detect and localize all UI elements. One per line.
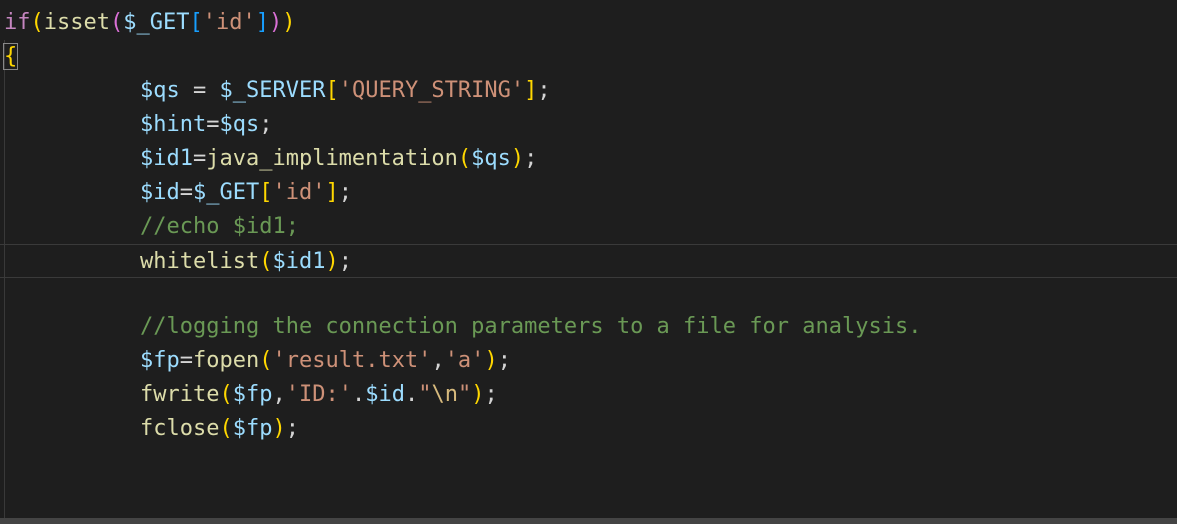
code-token-bracket-purple: ) (268, 10, 283, 35)
code-token-text: ; (259, 112, 273, 137)
code-token-bracket-gold: ( (259, 348, 273, 373)
code-token-string: 'ID:' (285, 382, 352, 407)
code-token-bracket-gold: [ (325, 78, 339, 103)
code-token-text: ; (524, 146, 538, 171)
code-token-bracket-gold: ( (259, 249, 273, 274)
code-token-variable: $qs (219, 112, 260, 137)
code-token-text: . (351, 382, 366, 407)
code-token-bracket-gold: ( (30, 10, 44, 35)
code-token-variable: $fp (232, 416, 273, 441)
code-editor[interactable]: if(isset($_GET['id'])){$qs = $_SERVER['Q… (0, 0, 1177, 524)
code-token-text: = (179, 180, 193, 205)
code-token-bracket-gold: [ (259, 180, 273, 205)
code-token-bracket-gold: ) (325, 249, 339, 274)
code-line[interactable]: $fp=fopen('result.txt','a'); (0, 344, 1177, 378)
code-token-text: . (404, 382, 419, 407)
code-token-function: java_implimentation (206, 146, 458, 171)
code-token-string: 'QUERY_STRING' (338, 78, 525, 103)
code-token-variable: $hint (140, 112, 207, 137)
code-token-variable: $fp (232, 382, 273, 407)
code-token-function: isset (43, 10, 110, 35)
code-token-text: = (192, 146, 207, 171)
code-token-variable: $_GET (193, 180, 260, 205)
code-line[interactable]: //logging the connection parameters to a… (0, 310, 1177, 344)
code-line[interactable]: fclose($fp); (0, 412, 1177, 446)
code-token-variable: $fp (140, 348, 180, 373)
code-token-string: " (457, 382, 472, 407)
code-token-variable: $_GET (123, 10, 190, 35)
code-token-bracket-gold: { (2, 43, 19, 70)
code-line[interactable]: $id=$_GET['id']; (0, 176, 1177, 210)
code-token-comment: //echo $id1; (140, 214, 299, 239)
code-line[interactable]: $qs = $_SERVER['QUERY_STRING']; (0, 74, 1177, 108)
code-token-bracket-gold: ( (219, 382, 233, 407)
code-token-variable: $id1 (140, 146, 193, 171)
code-token-bracket-blue: ] (255, 10, 269, 35)
code-token-string: 'result.txt' (272, 348, 432, 373)
code-token-variable: $qs (471, 146, 511, 171)
code-token-function: fclose (140, 416, 220, 441)
code-token-bracket-gold: ] (325, 180, 339, 205)
code-token-bracket-gold: ) (484, 348, 498, 373)
code-token-bracket-gold: ] (524, 78, 538, 103)
code-line[interactable]: { (0, 40, 1177, 74)
code-token-function: fopen (193, 348, 260, 373)
code-line[interactable]: whitelist($id1); (0, 244, 1177, 278)
code-token-escape: \n (431, 382, 458, 407)
code-token-bracket-gold: ) (272, 416, 286, 441)
code-token-bracket-gold: ( (219, 416, 233, 441)
code-token-text: ; (338, 180, 352, 205)
code-token-function: whitelist (140, 249, 260, 274)
code-token-text: ; (285, 416, 299, 441)
code-token-string: " (418, 382, 432, 407)
code-token-bracket-gold: ) (510, 146, 525, 171)
code-token-function: fwrite (140, 382, 220, 407)
code-token-text: ; (338, 249, 352, 274)
code-token-bracket-blue: [ (189, 10, 203, 35)
code-token-text: ; (537, 78, 551, 103)
code-token-text: , (272, 382, 286, 407)
code-line[interactable]: if(isset($_GET['id'])) (0, 6, 1177, 40)
code-token-variable: $_SERVER (219, 78, 326, 103)
code-token-text: ; (497, 348, 511, 373)
horizontal-scrollbar[interactable] (0, 518, 1177, 524)
code-line[interactable]: $hint=$qs; (0, 108, 1177, 142)
code-token-variable: $id1 (272, 249, 326, 274)
code-token-variable: $id (365, 382, 405, 407)
code-token-comment: //logging the connection parameters to a… (140, 314, 922, 339)
code-line[interactable]: //echo $id1; (0, 210, 1177, 244)
code-token-text: = (179, 348, 193, 373)
code-token-variable: $qs (140, 78, 180, 103)
code-token-bracket-gold: ( (457, 146, 472, 171)
code-token-bracket-gold: ) (471, 382, 485, 407)
code-token-variable: $id (140, 180, 180, 205)
code-line[interactable]: fwrite($fp,'ID:'.$id."\n"); (0, 378, 1177, 412)
code-token-text: = (179, 78, 220, 103)
code-token-text: ; (484, 382, 498, 407)
code-token-string: 'a' (444, 348, 485, 373)
code-token-bracket-purple: ( (109, 10, 124, 35)
code-token-text: , (431, 348, 445, 373)
code-line[interactable]: $id1=java_implimentation($qs); (0, 142, 1177, 176)
code-token-string: 'id' (272, 180, 326, 205)
code-token-keyword: if (4, 10, 31, 35)
code-token-text: = (206, 112, 220, 137)
code-token-string: 'id' (202, 10, 256, 35)
code-token-bracket-gold: ) (282, 10, 296, 35)
